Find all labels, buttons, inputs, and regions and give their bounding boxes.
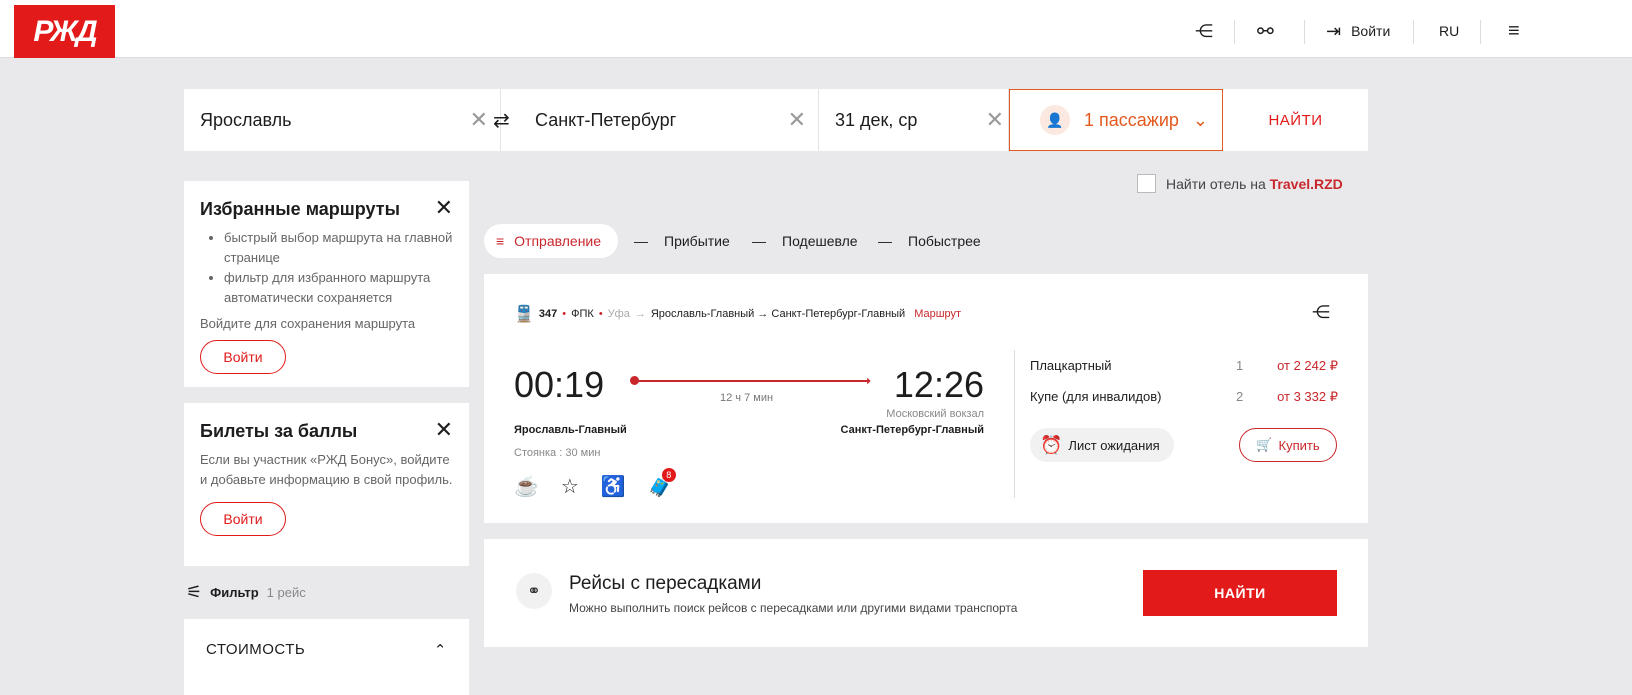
login-button[interactable]: Войти bbox=[200, 502, 286, 536]
wheelchair-icon: ♿ bbox=[600, 476, 626, 498]
points-panel: ✕ Билеты за баллы Если вы участник «РЖД … bbox=[184, 403, 469, 566]
favorites-panel: ✕ Избранные маршруты быстрый выбор маршр… bbox=[184, 181, 469, 387]
travel-link[interactable]: Travel.RZD bbox=[1270, 176, 1343, 192]
cart-icon: 🛒 bbox=[1256, 437, 1273, 452]
class-list: Плацкартный 1 от 2 242 ₽ Купе (для инвалид… bbox=[1030, 358, 1338, 420]
person-icon: 👤 bbox=[1040, 105, 1070, 135]
star-icon: ☆ bbox=[560, 476, 579, 498]
sort-icon: ≡ bbox=[496, 233, 505, 249]
transfers-panel: ⚭ Рейсы с пересадками Можно выполнить по… bbox=[484, 539, 1368, 647]
class-row[interactable]: Плацкартный 1 от 2 242 ₽ bbox=[1030, 358, 1338, 389]
clear-icon[interactable]: ✕ bbox=[986, 107, 1004, 133]
to-field[interactable]: ⇄ Санкт-Петербург ✕ bbox=[493, 89, 819, 151]
train-card: 🚆 347 • ФПК • Уфа → Ярославль-Главный → Санкт-… bbox=[484, 274, 1368, 523]
menu-icon[interactable]: ≡ bbox=[1508, 18, 1520, 44]
hotel-option[interactable]: Найти отель на Travel.RZD bbox=[1137, 174, 1343, 193]
header: РЖД ⋲ ⚯ ⇥ Войти RU ≡ bbox=[0, 0, 1632, 58]
find-button[interactable]: НАЙТИ bbox=[1223, 89, 1368, 151]
clear-icon[interactable]: ✕ bbox=[470, 107, 488, 133]
sort-faster[interactable]: — Побыстрее bbox=[878, 224, 981, 258]
find-transfers-button[interactable]: НАЙТИ bbox=[1143, 570, 1337, 616]
language-selector[interactable]: RU bbox=[1439, 18, 1459, 44]
chevron-down-icon: ⌄ bbox=[1192, 109, 1208, 130]
date-field[interactable]: 31 дек, ср ✕ bbox=[819, 89, 1009, 151]
buy-button[interactable]: 🛒 Купить bbox=[1239, 428, 1337, 462]
route-link[interactable]: Маршрут bbox=[914, 308, 961, 320]
glasses-icon[interactable]: ⚯ bbox=[1257, 18, 1274, 44]
chevron-up-icon: ⌃ bbox=[433, 642, 447, 659]
close-icon[interactable]: ✕ bbox=[435, 195, 453, 221]
login-icon: ⇥ bbox=[1326, 20, 1342, 41]
sort-departure[interactable]: ≡ Отправление bbox=[484, 224, 618, 258]
luggage-icon: 🧳 8 bbox=[648, 468, 676, 499]
rzd-logo[interactable]: РЖД bbox=[14, 5, 115, 58]
swap-icon[interactable]: ⇄ bbox=[493, 108, 510, 133]
login-button[interactable]: ⇥ Войти bbox=[1326, 18, 1390, 44]
sort-arrival[interactable]: — Прибытие bbox=[634, 224, 730, 258]
sort-cheaper[interactable]: — Подешевле bbox=[752, 224, 858, 258]
sliders-icon: ⚟ bbox=[186, 582, 203, 602]
alarm-clock-icon: ⏰ bbox=[1040, 434, 1063, 455]
hotel-checkbox[interactable] bbox=[1137, 174, 1156, 193]
waitlist-button[interactable]: ⏰ Лист ожидания bbox=[1030, 428, 1174, 462]
search-bar: Ярославль ✕ ⇄ Санкт-Петербург ✕ 31 дек, ср ✕… bbox=[184, 89, 1368, 151]
login-button[interactable]: Войти bbox=[200, 340, 286, 374]
route-line bbox=[633, 380, 869, 382]
coffee-icon: ☕ bbox=[514, 476, 539, 498]
close-icon[interactable]: ✕ bbox=[435, 417, 453, 443]
train-icon: 🚆 bbox=[514, 306, 534, 323]
share-icon[interactable]: ⋲ bbox=[1312, 302, 1330, 323]
passengers-selector[interactable]: 👤 1 пассажир ⌄ bbox=[1009, 89, 1223, 151]
transfer-icon: ⚭ bbox=[516, 573, 552, 609]
cost-filter[interactable]: СТОИМОСТЬ ⌃ bbox=[184, 619, 469, 695]
filter-toggle[interactable]: ⚟ Фильтр 1 рейс bbox=[186, 582, 306, 603]
share-icon[interactable]: ⋲ bbox=[1195, 18, 1213, 44]
class-row[interactable]: Купе (для инвалидов) 2 от 3 332 ₽ bbox=[1030, 389, 1338, 420]
from-field[interactable]: Ярославль ✕ bbox=[184, 89, 501, 151]
clear-icon[interactable]: ✕ bbox=[788, 107, 806, 133]
